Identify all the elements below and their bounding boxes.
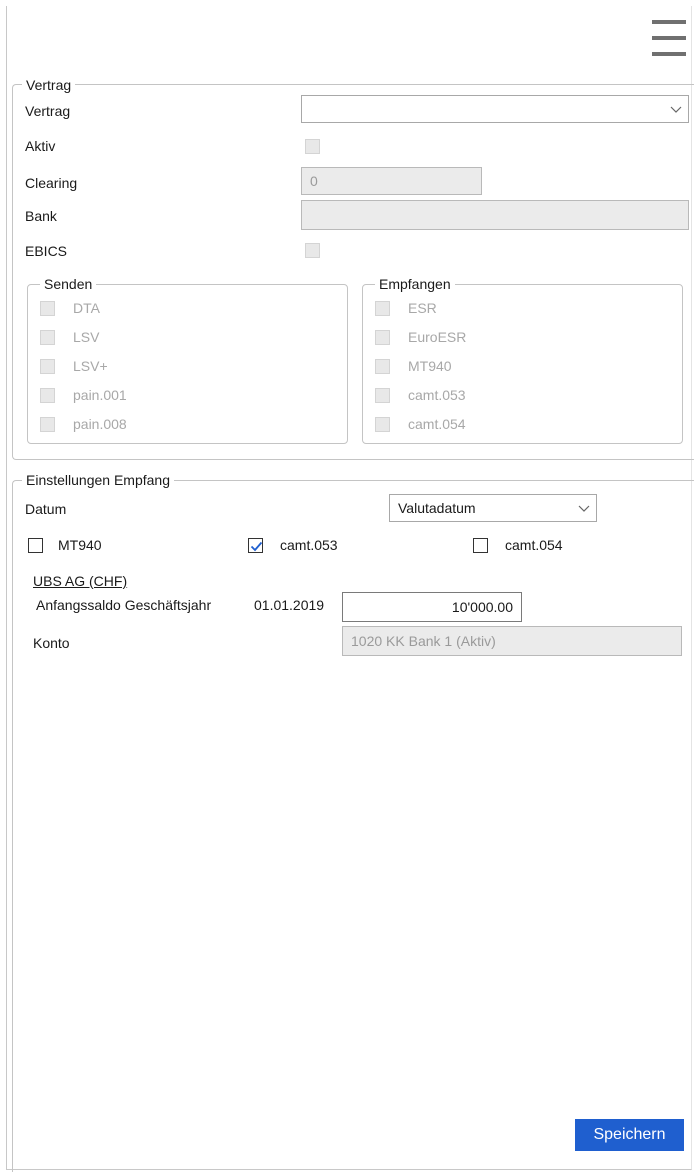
konto-input[interactable]: 1020 KK Bank 1 (Aktiv) bbox=[342, 626, 682, 656]
aktiv-checkbox[interactable] bbox=[305, 139, 320, 154]
bank-label: Bank bbox=[25, 208, 57, 224]
bank-account-link[interactable]: UBS AG (CHF) bbox=[33, 572, 127, 590]
clearing-label: Clearing bbox=[25, 175, 78, 191]
format-checkbox-mt940[interactable] bbox=[28, 538, 43, 553]
einstellungen-group-legend: Einstellungen Empfang bbox=[22, 472, 174, 488]
senden-item-label: pain.008 bbox=[73, 416, 127, 432]
datum-label: Datum bbox=[25, 501, 67, 517]
senden-item-label: pain.001 bbox=[73, 387, 127, 403]
ebics-label: EBICS bbox=[25, 243, 68, 259]
senden-checkbox[interactable] bbox=[40, 417, 55, 432]
vertrag-group-legend: Vertrag bbox=[22, 77, 76, 93]
senden-checkbox[interactable] bbox=[40, 359, 55, 374]
anfangssaldo-label: Anfangssaldo Geschäftsjahr bbox=[36, 597, 212, 613]
anfangssaldo-input[interactable]: 10'000.00 bbox=[342, 592, 522, 622]
empfangen-checkbox[interactable] bbox=[375, 359, 390, 374]
format-label-camt054: camt.054 bbox=[505, 537, 563, 553]
vertrag-label: Vertrag bbox=[25, 103, 71, 119]
hamburger-menu-icon[interactable] bbox=[652, 18, 686, 58]
senden-group-legend: Senden bbox=[40, 276, 97, 292]
empfangen-group-legend: Empfangen bbox=[375, 276, 455, 292]
vertrag-select[interactable] bbox=[301, 95, 689, 123]
clearing-input[interactable]: 0 bbox=[301, 167, 482, 195]
datum-select[interactable]: Valutadatum bbox=[389, 494, 597, 522]
empfangen-item-label: EuroESR bbox=[408, 329, 467, 345]
empfangen-item-label: camt.053 bbox=[408, 387, 466, 403]
format-checkbox-camt054[interactable] bbox=[473, 538, 488, 553]
ebics-checkbox[interactable] bbox=[305, 243, 320, 258]
empfangen-item-label: MT940 bbox=[408, 358, 452, 374]
chevron-down-icon bbox=[670, 106, 682, 113]
senden-checkbox[interactable] bbox=[40, 388, 55, 403]
senden-item-label: LSV bbox=[73, 329, 100, 345]
senden-checkbox[interactable] bbox=[40, 301, 55, 316]
chevron-down-icon bbox=[578, 505, 590, 512]
format-checkbox-camt053[interactable] bbox=[248, 538, 263, 553]
bank-input[interactable] bbox=[301, 200, 689, 230]
senden-checkbox[interactable] bbox=[40, 330, 55, 345]
anfangssaldo-date: 01.01.2019 bbox=[254, 597, 325, 613]
aktiv-label: Aktiv bbox=[25, 138, 56, 154]
checkmark-icon bbox=[250, 541, 263, 552]
senden-item-label: LSV+ bbox=[73, 358, 108, 374]
save-button[interactable]: Speichern bbox=[575, 1119, 684, 1151]
datum-select-value: Valutadatum bbox=[398, 500, 476, 516]
senden-item-label: DTA bbox=[73, 300, 100, 316]
format-label-mt940: MT940 bbox=[58, 537, 102, 553]
empfangen-item-label: ESR bbox=[408, 300, 437, 316]
empfangen-checkbox[interactable] bbox=[375, 388, 390, 403]
empfangen-checkbox[interactable] bbox=[375, 330, 390, 345]
format-label-camt053: camt.053 bbox=[280, 537, 338, 553]
empfangen-checkbox[interactable] bbox=[375, 417, 390, 432]
konto-label: Konto bbox=[33, 635, 70, 651]
empfangen-checkbox[interactable] bbox=[375, 301, 390, 316]
empfangen-item-label: camt.054 bbox=[408, 416, 466, 432]
